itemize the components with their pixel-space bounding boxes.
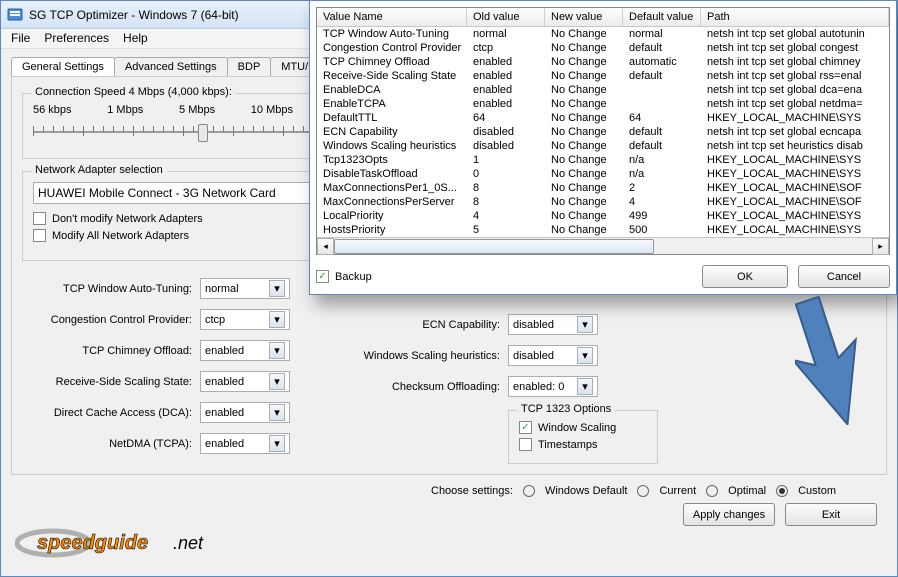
changes-listview: Value Name Old value New value Default v… bbox=[316, 7, 890, 255]
scroll-left-icon[interactable]: ◂ bbox=[317, 238, 334, 255]
tcp1323-group: TCP 1323 Options ✓Window Scaling Timesta… bbox=[508, 410, 658, 464]
label: Congestion Control Provider: bbox=[22, 314, 192, 326]
label: Checksum Offloading: bbox=[340, 381, 500, 393]
rss-select[interactable]: enabled▾ bbox=[200, 371, 290, 392]
chevron-down-icon[interactable]: ▾ bbox=[269, 435, 285, 452]
chevron-down-icon[interactable]: ▾ bbox=[577, 316, 593, 333]
radio-current[interactable] bbox=[637, 485, 649, 497]
checkbox-icon bbox=[519, 438, 532, 451]
netdma-select[interactable]: enabled▾ bbox=[200, 433, 290, 454]
label: TCP Window Auto-Tuning: bbox=[22, 283, 192, 295]
backup-checkbox[interactable]: ✓Backup bbox=[316, 270, 372, 283]
checkbox-icon bbox=[33, 229, 46, 242]
tab-bdp[interactable]: BDP bbox=[227, 57, 272, 76]
chevron-down-icon[interactable]: ▾ bbox=[269, 373, 285, 390]
apply-changes-button[interactable]: Apply changes bbox=[683, 503, 775, 526]
cancel-button[interactable]: Cancel bbox=[798, 265, 890, 288]
label: Windows Scaling heuristics: bbox=[340, 350, 500, 362]
table-row[interactable]: LocalPriority4No Change499HKEY_LOCAL_MAC… bbox=[317, 209, 889, 223]
col-value-name[interactable]: Value Name bbox=[317, 8, 467, 26]
speed-label: 10 Mbps bbox=[251, 104, 293, 116]
confirm-dialog: Value Name Old value New value Default v… bbox=[309, 0, 897, 295]
ecn-select[interactable]: disabled▾ bbox=[508, 314, 598, 335]
col-path[interactable]: Path bbox=[701, 8, 889, 26]
speed-label: 5 Mbps bbox=[179, 104, 215, 116]
tab-advanced[interactable]: Advanced Settings bbox=[114, 57, 228, 76]
speed-label: 1 Mbps bbox=[107, 104, 143, 116]
tab-general[interactable]: General Settings bbox=[11, 57, 115, 76]
table-row[interactable]: ECN CapabilitydisabledNo Changedefaultne… bbox=[317, 125, 889, 139]
dca-select[interactable]: enabled▾ bbox=[200, 402, 290, 423]
choose-settings: Choose settings: Windows Default Current… bbox=[431, 485, 836, 497]
speedguide-logo: speedguide .net bbox=[15, 524, 225, 562]
slider-thumb[interactable] bbox=[198, 124, 208, 142]
table-row[interactable]: MaxConnectionsPerServer8No Change4HKEY_L… bbox=[317, 195, 889, 209]
label: Receive-Side Scaling State: bbox=[22, 376, 192, 388]
table-row[interactable]: Windows Scaling heuristicsdisabledNo Cha… bbox=[317, 139, 889, 153]
window-title: SG TCP Optimizer - Windows 7 (64-bit) bbox=[29, 8, 239, 22]
table-row[interactable]: Tcp1323Opts1No Changen/aHKEY_LOCAL_MACHI… bbox=[317, 153, 889, 167]
settings-col-left: TCP Window Auto-Tuning: normal▾ Congestio… bbox=[22, 273, 290, 464]
adapter-select[interactable]: HUAWEI Mobile Connect - 3G Network Card … bbox=[33, 182, 343, 204]
table-row[interactable]: TCP Window Auto-TuningnormalNo Changenor… bbox=[317, 27, 889, 41]
table-row[interactable]: MaxConnectionsPer1_0S...8No Change2HKEY_… bbox=[317, 181, 889, 195]
chevron-down-icon[interactable]: ▾ bbox=[269, 342, 285, 359]
svg-text:speedguide: speedguide bbox=[37, 532, 148, 554]
settings-grid: TCP Window Auto-Tuning: normal▾ Congestio… bbox=[22, 273, 876, 464]
menu-file[interactable]: File bbox=[11, 31, 30, 46]
checkbox-icon: ✓ bbox=[519, 421, 532, 434]
bottom-bar: Choose settings: Windows Default Current… bbox=[11, 485, 887, 497]
chimney-select[interactable]: enabled▾ bbox=[200, 340, 290, 361]
adapter-legend: Network Adapter selection bbox=[31, 164, 167, 176]
menu-preferences[interactable]: Preferences bbox=[44, 31, 109, 46]
wsh-select[interactable]: disabled▾ bbox=[508, 345, 598, 366]
menu-help[interactable]: Help bbox=[123, 31, 148, 46]
chevron-down-icon[interactable]: ▾ bbox=[577, 378, 593, 395]
label: NetDMA (TCPA): bbox=[22, 438, 192, 450]
table-row[interactable]: EnableTCPAenabledNo Changenetsh int tcp … bbox=[317, 97, 889, 111]
table-row[interactable]: DisableTaskOffload0No Changen/aHKEY_LOCA… bbox=[317, 167, 889, 181]
svg-text:.net: .net bbox=[173, 533, 204, 553]
speed-label: 56 kbps bbox=[33, 104, 72, 116]
connection-speed-legend: Connection Speed 4 Mbps (4,000 kbps): bbox=[31, 86, 236, 98]
col-default-value[interactable]: Default value bbox=[623, 8, 701, 26]
radio-custom[interactable] bbox=[776, 485, 788, 497]
chevron-down-icon[interactable]: ▾ bbox=[269, 280, 285, 297]
chevron-down-icon[interactable]: ▾ bbox=[577, 347, 593, 364]
table-row[interactable]: DefaultTTL64No Change64HKEY_LOCAL_MACHIN… bbox=[317, 111, 889, 125]
adapter-value: HUAWEI Mobile Connect - 3G Network Card bbox=[38, 186, 276, 200]
scrollbar-thumb[interactable] bbox=[334, 239, 654, 254]
radio-windows-default[interactable] bbox=[523, 485, 535, 497]
app-icon bbox=[7, 7, 23, 23]
timestamps-checkbox[interactable]: Timestamps bbox=[519, 438, 647, 451]
horizontal-scrollbar[interactable]: ◂ ▸ bbox=[317, 237, 889, 254]
checkbox-icon bbox=[33, 212, 46, 225]
col-old-value[interactable]: Old value bbox=[467, 8, 545, 26]
table-row[interactable]: Congestion Control ProviderctcpNo Change… bbox=[317, 41, 889, 55]
table-row[interactable]: Receive-Side Scaling StateenabledNo Chan… bbox=[317, 69, 889, 83]
chevron-down-icon[interactable]: ▾ bbox=[269, 311, 285, 328]
label: ECN Capability: bbox=[340, 319, 500, 331]
listview-body[interactable]: TCP Window Auto-TuningnormalNo Changenor… bbox=[317, 27, 889, 237]
table-row[interactable]: HostsPriority5No Change500HKEY_LOCAL_MAC… bbox=[317, 223, 889, 237]
exit-button[interactable]: Exit bbox=[785, 503, 877, 526]
tcp1323-legend: TCP 1323 Options bbox=[517, 403, 615, 415]
listview-header: Value Name Old value New value Default v… bbox=[317, 8, 889, 27]
label: TCP Chimney Offload: bbox=[22, 345, 192, 357]
congestion-select[interactable]: ctcp▾ bbox=[200, 309, 290, 330]
checksum-select[interactable]: enabled: 0▾ bbox=[508, 376, 598, 397]
settings-col-right: ECN Capability: disabled▾ Windows Scaling… bbox=[340, 273, 658, 464]
radio-optimal[interactable] bbox=[706, 485, 718, 497]
col-new-value[interactable]: New value bbox=[545, 8, 623, 26]
table-row[interactable]: EnableDCAenabledNo Changenetsh int tcp s… bbox=[317, 83, 889, 97]
scroll-right-icon[interactable]: ▸ bbox=[872, 238, 889, 255]
label: Direct Cache Access (DCA): bbox=[22, 407, 192, 419]
checkbox-icon: ✓ bbox=[316, 270, 329, 283]
bottom-buttons: Apply changes Exit bbox=[11, 503, 887, 526]
chevron-down-icon[interactable]: ▾ bbox=[269, 404, 285, 421]
auto-tuning-select[interactable]: normal▾ bbox=[200, 278, 290, 299]
ok-button[interactable]: OK bbox=[702, 265, 788, 288]
window-scaling-checkbox[interactable]: ✓Window Scaling bbox=[519, 421, 647, 434]
table-row[interactable]: TCP Chimney OffloadenabledNo Changeautom… bbox=[317, 55, 889, 69]
